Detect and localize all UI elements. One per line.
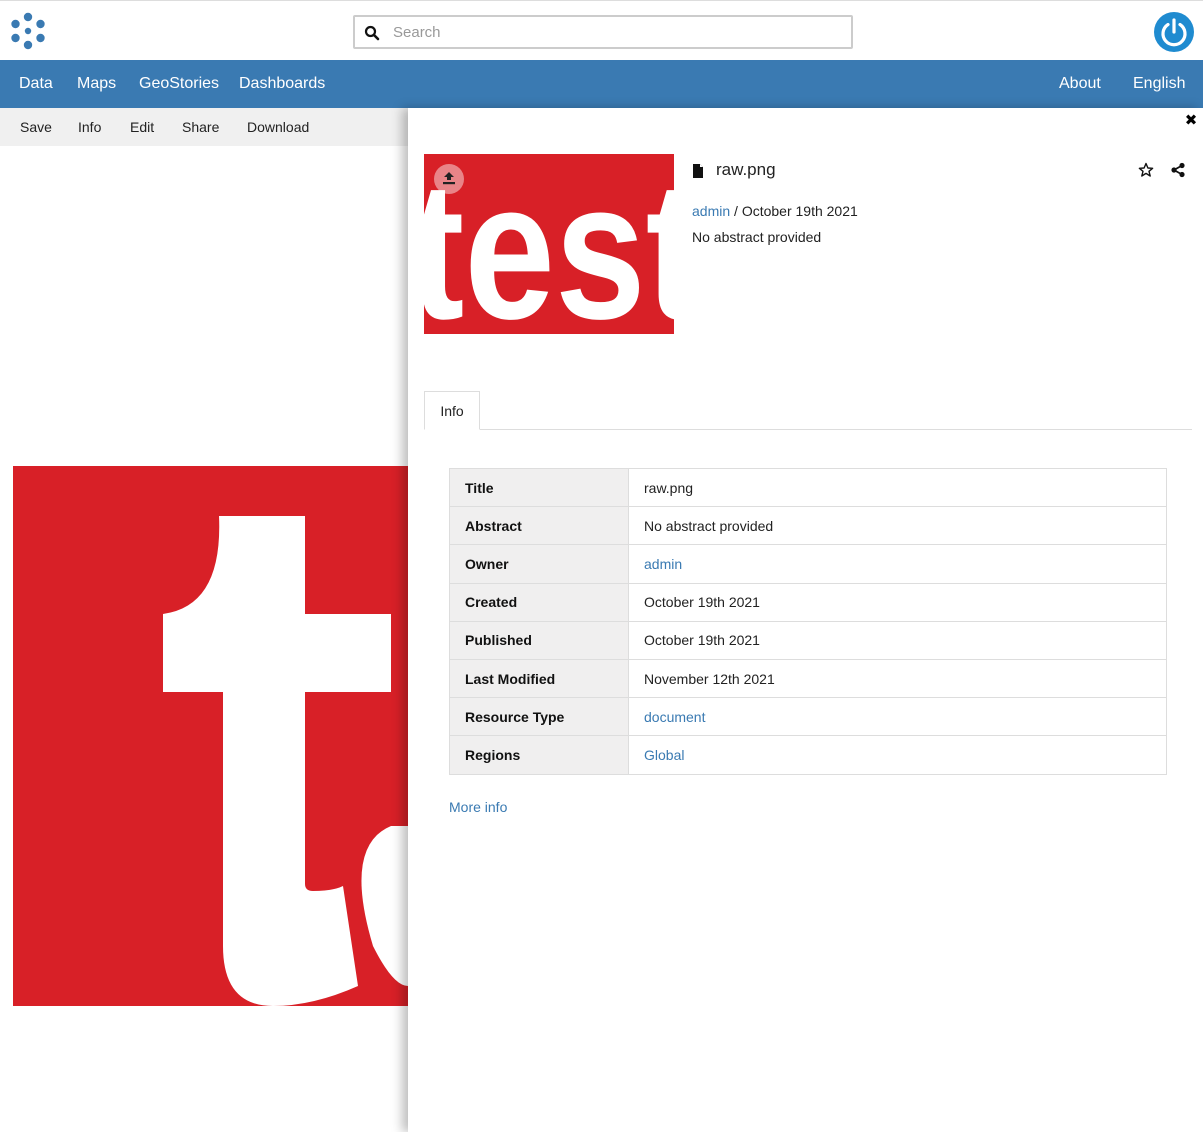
row-label: Resource Type [449,697,629,737]
share-button[interactable]: Share [182,108,219,146]
main-nav: Data Maps GeoStories Dashboards About En… [0,60,1203,108]
row-label: Abstract [449,506,629,546]
resource-title: raw.png [716,160,776,179]
row-label: Published [449,620,629,660]
table-row: Created October 19th 2021 [449,582,1167,622]
file-icon [692,164,704,178]
more-info-link[interactable]: More info [449,799,507,815]
detail-tabs: Info [424,391,1192,430]
row-value: No abstract provided [628,506,1167,546]
table-row: Published October 19th 2021 [449,620,1167,660]
row-value: October 19th 2021 [628,620,1167,660]
info-table: Title raw.png Abstract No abstract provided… [449,467,1167,775]
meta-separator: / [734,203,738,219]
table-row: Owner admin [449,544,1167,584]
row-value-link[interactable]: Global [628,735,1167,775]
row-label: Last Modified [449,658,629,699]
table-row: Resource Type document [449,697,1167,737]
download-button[interactable]: Download [247,108,309,146]
row-label: Owner [449,544,629,584]
resource-abstract: No abstract provided [692,229,822,245]
search-box[interactable] [353,15,853,49]
row-value-link[interactable]: admin [628,544,1167,584]
star-icon[interactable] [1138,162,1154,178]
upload-icon[interactable] [434,164,464,194]
share-icon[interactable] [1170,162,1186,178]
row-value: raw.png [628,467,1167,508]
nav-about[interactable]: About [1059,60,1101,108]
table-row: Regions Global [449,735,1167,775]
save-button[interactable]: Save [20,108,52,146]
row-label: Created [449,582,629,622]
info-button[interactable]: Info [78,108,101,146]
resource-details-panel: ✖ test raw.png admin / October 19th 2021… [408,108,1203,1132]
nav-language[interactable]: English [1133,60,1185,108]
nav-data[interactable]: Data [19,60,53,108]
user-power-icon[interactable] [1154,12,1194,52]
table-row: Title raw.png [449,467,1167,508]
edit-button[interactable]: Edit [130,108,154,146]
table-row: Abstract No abstract provided [449,506,1167,546]
resource-thumbnail: test [424,154,674,334]
tab-info[interactable]: Info [424,391,480,430]
search-input[interactable] [393,21,833,43]
nav-dashboards[interactable]: Dashboards [239,60,325,108]
resource-meta: admin / October 19th 2021 [692,203,858,219]
row-label: Title [449,467,629,508]
row-value: November 12th 2021 [628,658,1167,699]
owner-link[interactable]: admin [692,203,730,219]
table-row: Last Modified November 12th 2021 [449,658,1167,699]
search-icon[interactable] [364,25,380,41]
nav-geostories[interactable]: GeoStories [139,60,219,108]
row-value: October 19th 2021 [628,582,1167,622]
nav-maps[interactable]: Maps [77,60,116,108]
row-label: Regions [449,735,629,775]
close-icon[interactable]: ✖ [1184,113,1198,128]
geonode-logo-icon[interactable] [8,11,48,51]
document-preview-image [13,466,408,1006]
action-toolbar: Save Info Edit Share Download [0,108,408,146]
top-header [0,0,1203,60]
row-value-link[interactable]: document [628,697,1167,737]
resource-date: October 19th 2021 [741,203,858,219]
